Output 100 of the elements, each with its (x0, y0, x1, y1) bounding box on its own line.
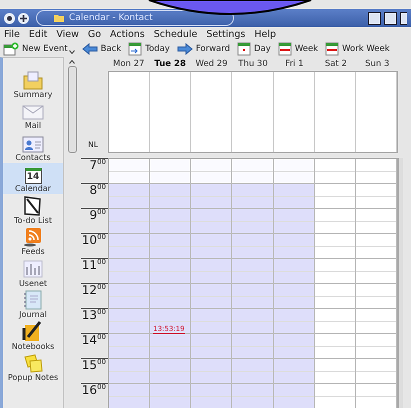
new-event-icon (3, 42, 19, 56)
day-header[interactable]: Sun 3 (356, 59, 398, 69)
time-slot[interactable] (150, 384, 190, 408)
day-header[interactable]: Mon 27 (108, 59, 150, 69)
sidebar-item[interactable]: Summary (3, 68, 63, 100)
time-slot[interactable] (232, 334, 273, 359)
toolbar-button[interactable]: Back (82, 43, 122, 55)
all-day-area[interactable] (108, 71, 398, 153)
toolbar-button[interactable]: New Event (3, 42, 68, 56)
time-slot[interactable] (150, 334, 190, 359)
sidebar-item[interactable]: Usenet (3, 257, 63, 288)
time-slot[interactable] (274, 184, 314, 209)
pencil-pad-icon (22, 320, 44, 342)
time-slot[interactable] (232, 209, 273, 234)
time-slot[interactable] (150, 209, 190, 234)
time-slot[interactable] (232, 359, 273, 384)
time-slot[interactable] (150, 359, 190, 384)
back-arrow-icon (82, 43, 98, 55)
menu-item[interactable]: Go (88, 28, 102, 40)
time-slot[interactable] (232, 384, 273, 408)
plus-icon[interactable] (18, 12, 29, 24)
newspaper-icon (22, 258, 44, 278)
time-slot[interactable] (191, 384, 232, 408)
maximize-icon[interactable] (384, 12, 397, 24)
dropdown-caret-icon[interactable] (68, 50, 75, 54)
time-slot[interactable] (191, 334, 232, 359)
time-slot[interactable] (191, 359, 232, 384)
menu-item[interactable]: Schedule (154, 28, 198, 40)
time-slot[interactable] (109, 284, 150, 309)
menu-item[interactable]: Settings (206, 28, 246, 40)
time-slot[interactable] (232, 234, 273, 259)
time-slot[interactable] (109, 184, 150, 209)
menu-item[interactable]: Edit (28, 28, 48, 40)
time-slot[interactable] (274, 284, 314, 309)
time-slot[interactable] (109, 359, 150, 384)
time-slot[interactable] (274, 334, 314, 359)
time-slot[interactable] (109, 209, 150, 234)
time-slot[interactable] (150, 259, 190, 284)
time-slot[interactable] (191, 184, 232, 209)
menu-item[interactable]: View (56, 28, 79, 40)
forward-arrow-icon (176, 43, 193, 55)
toolbar-button[interactable]: Today (128, 42, 170, 56)
minimize-icon[interactable] (368, 12, 381, 24)
time-slot[interactable] (274, 359, 314, 384)
time-slot[interactable] (191, 284, 232, 309)
sidebar-item[interactable]: 14 Calendar (3, 162, 63, 194)
day-header[interactable]: Sat 2 (315, 59, 357, 69)
sidebar-item[interactable]: Notebooks (3, 320, 63, 352)
sidebar-item[interactable]: Journal (3, 288, 63, 320)
envelope-icon (22, 103, 44, 121)
toolbar-button[interactable]: Work Week (325, 42, 390, 56)
time-slot[interactable] (232, 309, 273, 334)
time-slot[interactable] (232, 184, 273, 209)
time-slot[interactable] (274, 259, 314, 284)
time-slot[interactable] (150, 184, 190, 209)
time-slot[interactable] (150, 234, 190, 259)
window-title: Calendar - Kontact (69, 13, 153, 23)
calendar-week-icon (325, 42, 340, 56)
toolbar-button[interactable]: Week (278, 42, 318, 56)
address-card-icon (22, 134, 44, 152)
toolbar-button[interactable]: Forward (176, 43, 230, 55)
menu-item[interactable]: Help (254, 28, 276, 40)
scroll-up-caret-icon[interactable] (69, 60, 75, 64)
time-slot[interactable] (232, 284, 273, 309)
toolbar-button[interactable]: Day (237, 42, 271, 56)
calendar-day-icon (237, 42, 252, 56)
time-slot[interactable] (191, 234, 232, 259)
window-menu-icon[interactable] (4, 12, 15, 24)
scrollbar-thumb[interactable] (68, 66, 76, 153)
day-header[interactable]: Thu 30 (232, 59, 274, 69)
menu-item[interactable]: File (4, 28, 20, 40)
time-slot[interactable] (191, 309, 232, 334)
time-slot[interactable] (109, 309, 150, 334)
time-slot[interactable] (109, 384, 150, 408)
time-slot[interactable] (274, 234, 314, 259)
sidebar-item[interactable]: Feeds (3, 226, 63, 257)
day-header[interactable]: Wed 29 (190, 59, 232, 69)
time-slot[interactable] (109, 234, 150, 259)
close-icon[interactable] (400, 12, 407, 24)
time-slot[interactable] (191, 259, 232, 284)
time-slot[interactable] (274, 209, 314, 234)
sidebar-item[interactable]: To-do List (3, 194, 63, 226)
scrollbar-track[interactable] (398, 158, 403, 408)
time-slot[interactable] (191, 209, 232, 234)
folder-icon (22, 70, 44, 90)
sidebar-item[interactable]: Mail (3, 100, 63, 131)
notepad-pen-icon (22, 196, 44, 216)
time-slot[interactable] (232, 259, 273, 284)
time-slot[interactable] (150, 284, 190, 309)
menu-item[interactable]: Actions (110, 28, 145, 40)
time-slot[interactable] (109, 259, 150, 284)
calendar-icon: 14 (24, 168, 42, 184)
time-slot[interactable] (274, 309, 314, 334)
day-header[interactable]: Fri 1 (274, 59, 316, 69)
sidebar-item[interactable]: Contacts (3, 131, 63, 162)
sidebar-item[interactable]: Popup Notes (3, 352, 63, 383)
time-slot[interactable] (274, 384, 314, 408)
time-slot[interactable] (109, 334, 150, 359)
notebook-icon (22, 290, 44, 310)
day-header[interactable]: Tue 28 (149, 59, 191, 69)
